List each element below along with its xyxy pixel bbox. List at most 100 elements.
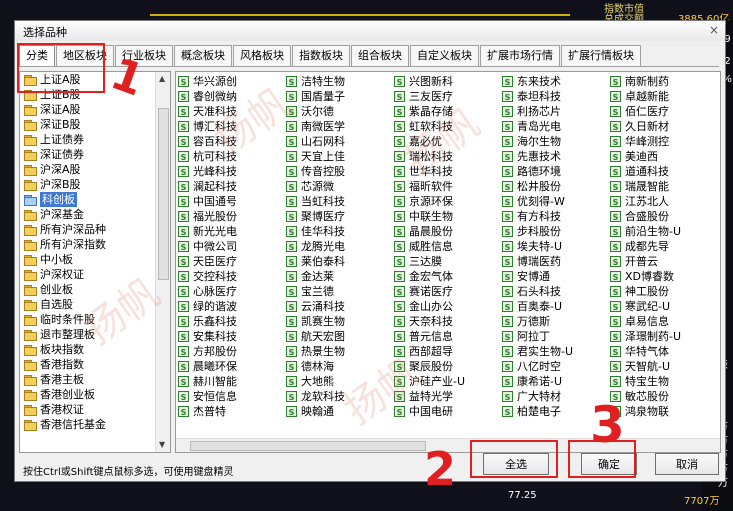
- stock-item[interactable]: S 敏芯股份: [610, 389, 718, 404]
- stock-item[interactable]: S 普元信息: [394, 329, 502, 344]
- category-item[interactable]: 所有沪深指数: [20, 237, 156, 252]
- category-item[interactable]: 所有沪深品种: [20, 222, 156, 237]
- stock-item[interactable]: S 赫川智能: [178, 374, 286, 389]
- stock-item[interactable]: S 天宜上佳: [286, 149, 394, 164]
- category-item[interactable]: 香港权证: [20, 402, 156, 417]
- stock-item[interactable]: S 步科股份: [502, 224, 610, 239]
- stock-item[interactable]: S 东来技术: [502, 74, 610, 89]
- stock-item[interactable]: S 澜起科技: [178, 179, 286, 194]
- stock-item[interactable]: S 中国电研: [394, 404, 502, 419]
- stock-item[interactable]: S 福昕软件: [394, 179, 502, 194]
- stock-item[interactable]: S 石头科技: [502, 284, 610, 299]
- tab-custom[interactable]: 自定义板块: [410, 45, 479, 66]
- category-item[interactable]: 上证债券: [20, 132, 156, 147]
- stock-item[interactable]: S 传音控股: [286, 164, 394, 179]
- close-icon[interactable]: ×: [709, 23, 719, 37]
- stock-item[interactable]: S 利扬芯片: [502, 104, 610, 119]
- stock-item[interactable]: S 福光股份: [178, 209, 286, 224]
- stock-item[interactable]: S 西部超导: [394, 344, 502, 359]
- stock-item[interactable]: S 心脉医疗: [178, 284, 286, 299]
- stock-item[interactable]: S 当虹科技: [286, 194, 394, 209]
- stock-item[interactable]: S 万德斯: [502, 314, 610, 329]
- stock-item[interactable]: S 莱伯泰科: [286, 254, 394, 269]
- stock-item[interactable]: S 道通科技: [610, 164, 718, 179]
- stock-item[interactable]: S 合盛股份: [610, 209, 718, 224]
- stock-item[interactable]: S 有方科技: [502, 209, 610, 224]
- stock-item[interactable]: S 聚博医疗: [286, 209, 394, 224]
- stock-item[interactable]: S 安博通: [502, 269, 610, 284]
- stock-item[interactable]: S 海尔生物: [502, 134, 610, 149]
- stock-item[interactable]: S 天臣医疗: [178, 254, 286, 269]
- category-item[interactable]: 香港信托基金: [20, 417, 156, 432]
- stock-item[interactable]: S 寒武纪-U: [610, 299, 718, 314]
- stock-item[interactable]: S 金山办公: [394, 299, 502, 314]
- stock-item[interactable]: S 华峰测控: [610, 134, 718, 149]
- scroll-down-icon[interactable]: ▼: [159, 440, 165, 449]
- stock-item[interactable]: S 晶晨股份: [394, 224, 502, 239]
- stock-item[interactable]: S 杰普特: [178, 404, 286, 419]
- stock-item[interactable]: S 芯源微: [286, 179, 394, 194]
- stock-item[interactable]: S 龙腾光电: [286, 239, 394, 254]
- stock-item[interactable]: S 宝兰德: [286, 284, 394, 299]
- stock-item[interactable]: S 前沿生物-U: [610, 224, 718, 239]
- category-item[interactable]: 深证债券: [20, 147, 156, 162]
- stock-item[interactable]: S 乐鑫科技: [178, 314, 286, 329]
- stock-item[interactable]: S 沃尔德: [286, 104, 394, 119]
- stock-item[interactable]: S 威胜信息: [394, 239, 502, 254]
- stock-item[interactable]: S 泰坦科技: [502, 89, 610, 104]
- stock-item[interactable]: S 成都先导: [610, 239, 718, 254]
- stock-item[interactable]: S 博瑞医药: [502, 254, 610, 269]
- stock-item[interactable]: S 安恒信息: [178, 389, 286, 404]
- tab-combo[interactable]: 组合板块: [351, 45, 409, 66]
- stock-item[interactable]: S 新光光电: [178, 224, 286, 239]
- scroll-up-icon[interactable]: ▲: [159, 74, 165, 83]
- stock-item[interactable]: S 君实生物-U: [502, 344, 610, 359]
- stock-item[interactable]: S 鸿泉物联: [610, 404, 718, 419]
- stock-item[interactable]: S 埃夫特-U: [502, 239, 610, 254]
- stock-item[interactable]: S 先惠技术: [502, 149, 610, 164]
- stock-item[interactable]: S 瑞晟智能: [610, 179, 718, 194]
- category-item[interactable]: 香港指数: [20, 357, 156, 372]
- category-item[interactable]: 沪深A股: [20, 162, 156, 177]
- stock-item[interactable]: S 中微公司: [178, 239, 286, 254]
- cancel-button[interactable]: 取消: [655, 453, 719, 475]
- category-item[interactable]: 香港主板: [20, 372, 156, 387]
- stock-item[interactable]: S XD博睿数: [610, 269, 718, 284]
- stock-item[interactable]: S 航天宏图: [286, 329, 394, 344]
- stock-item[interactable]: S 金达莱: [286, 269, 394, 284]
- scrollbar-thumb[interactable]: [158, 108, 169, 280]
- stock-item[interactable]: S 开普云: [610, 254, 718, 269]
- tab-concept[interactable]: 概念板块: [174, 45, 232, 66]
- tab-index[interactable]: 指数板块: [292, 45, 350, 66]
- stock-item[interactable]: S 优刻得-W: [502, 194, 610, 209]
- stock-item[interactable]: S 晨曦环保: [178, 359, 286, 374]
- stock-item[interactable]: S 中国通号: [178, 194, 286, 209]
- category-list-scrollbar[interactable]: ▲ ▼: [155, 72, 170, 452]
- stock-item[interactable]: S 京源环保: [394, 194, 502, 209]
- stock-item[interactable]: S 国盾量子: [286, 89, 394, 104]
- stock-item[interactable]: S 青岛光电: [502, 119, 610, 134]
- stock-item[interactable]: S 兴图新科: [394, 74, 502, 89]
- tab-ext-market[interactable]: 扩展市场行情: [480, 45, 560, 66]
- stock-item[interactable]: S 泽璟制药-U: [610, 329, 718, 344]
- stock-item[interactable]: S 路德环境: [502, 164, 610, 179]
- stock-item[interactable]: S 绿的谐波: [178, 299, 286, 314]
- stock-item[interactable]: S 康希诺-U: [502, 374, 610, 389]
- category-item[interactable]: 深证A股: [20, 102, 156, 117]
- tab-style[interactable]: 风格板块: [233, 45, 291, 66]
- category-item[interactable]: 科创板: [20, 192, 156, 207]
- stock-item[interactable]: S 南新制药: [610, 74, 718, 89]
- stock-item[interactable]: S 华特气体: [610, 344, 718, 359]
- stock-item[interactable]: S 金宏气体: [394, 269, 502, 284]
- stock-item[interactable]: S 交控科技: [178, 269, 286, 284]
- category-item[interactable]: 板块指数: [20, 342, 156, 357]
- hscrollbar-thumb[interactable]: [190, 441, 426, 451]
- stock-item[interactable]: S 中联生物: [394, 209, 502, 224]
- stock-item[interactable]: S 山石网科: [286, 134, 394, 149]
- stock-item[interactable]: S 八亿时空: [502, 359, 610, 374]
- stock-item[interactable]: S 天智航-U: [610, 359, 718, 374]
- stock-item[interactable]: S 天奈科技: [394, 314, 502, 329]
- stock-item[interactable]: S 百奥泰-U: [502, 299, 610, 314]
- dialog-titlebar[interactable]: 选择品种 ×: [15, 21, 725, 41]
- stock-item[interactable]: S 安集科技: [178, 329, 286, 344]
